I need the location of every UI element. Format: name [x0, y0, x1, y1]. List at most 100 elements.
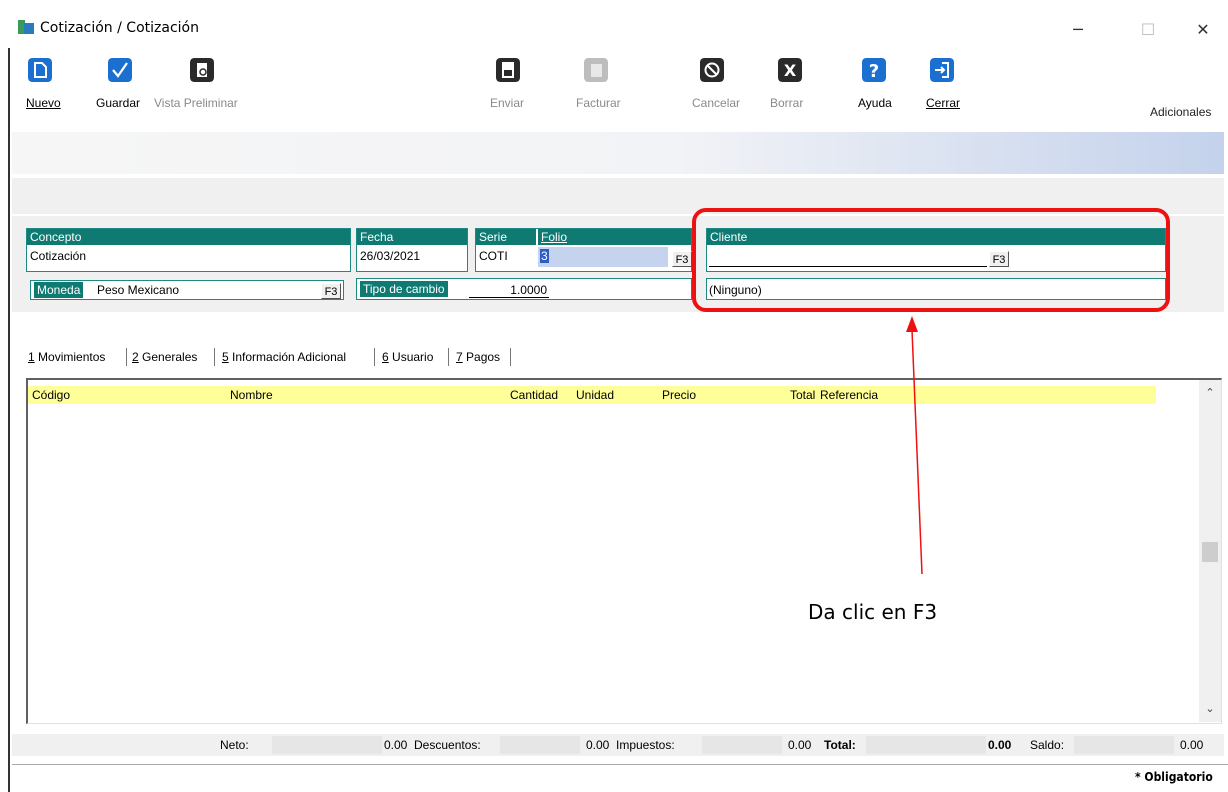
- col-precio[interactable]: Precio: [662, 388, 696, 402]
- cancelar-button[interactable]: Cancelar: [686, 50, 740, 122]
- impuestos-label: Impuestos:: [616, 738, 675, 752]
- col-referencia[interactable]: Referencia: [820, 388, 878, 402]
- help-icon: ?: [862, 58, 886, 82]
- impuestos-field-bg: [702, 736, 782, 754]
- tab-pagos[interactable]: 7 Pagos: [456, 350, 500, 364]
- scroll-thumb[interactable]: [1202, 542, 1218, 562]
- concepto-label: Concepto: [27, 229, 350, 245]
- enviar-button[interactable]: Enviar: [490, 50, 530, 122]
- moneda-value: Peso Mexicano: [97, 283, 180, 297]
- tab-movimientos[interactable]: 1 Movimientos: [28, 350, 105, 364]
- tab-informacion-adicional[interactable]: 5 Información Adicional: [222, 350, 346, 364]
- svg-text:?: ?: [869, 61, 879, 82]
- adicionales-menu[interactable]: Adicionales: [1150, 105, 1211, 119]
- enviar-label: Enviar: [490, 96, 525, 110]
- facturar-button[interactable]: Facturar: [570, 50, 621, 122]
- app-icon: [18, 20, 34, 34]
- vista-preliminar-label: Vista Preliminar: [154, 96, 238, 110]
- tab-key: 2: [132, 350, 139, 364]
- fecha-value: 26/03/2021: [360, 249, 421, 263]
- scroll-up-icon[interactable]: ⌃: [1199, 384, 1221, 402]
- tab-generales[interactable]: 2 Generales: [132, 350, 197, 364]
- concepto-field[interactable]: Concepto Cotización: [26, 228, 351, 272]
- col-nombre[interactable]: Nombre: [230, 388, 273, 402]
- fecha-field[interactable]: Fecha 26/03/2021: [356, 228, 468, 272]
- tab-key: 5: [222, 350, 229, 364]
- nuevo-label: Nuevo: [26, 96, 61, 110]
- print-preview-icon: [190, 58, 214, 82]
- tipo-cambio-label: Tipo de cambio: [360, 281, 448, 297]
- cerrar-label: Cerrar: [926, 96, 961, 110]
- serie-label: Serie: [476, 229, 536, 245]
- borrar-button[interactable]: X Borrar: [756, 50, 803, 122]
- ayuda-label: Ayuda: [858, 96, 892, 110]
- cerrar-button[interactable]: Cerrar: [920, 50, 960, 122]
- concepto-value: Cotización: [30, 249, 87, 263]
- folio-label: Folio: [538, 229, 691, 245]
- facturar-label: Facturar: [576, 96, 621, 110]
- saldo-field-bg: [1074, 736, 1174, 754]
- saldo-value: 0.00: [1180, 738, 1204, 752]
- annotation-highlight-box: [692, 208, 1170, 312]
- grid-scrollbar[interactable]: ⌃ ⌄: [1199, 380, 1221, 722]
- tab-label: Usuario: [392, 350, 434, 364]
- tab-key: 1: [28, 350, 35, 364]
- minimize-button[interactable]: ─: [1063, 18, 1093, 42]
- tab-label: Generales: [142, 350, 198, 364]
- neto-label: Neto:: [220, 738, 249, 752]
- moneda-f3-button[interactable]: F3: [321, 283, 341, 299]
- tab-key: 6: [382, 350, 389, 364]
- total-label: Total:: [824, 738, 856, 752]
- folio-value: 3: [540, 249, 549, 263]
- close-button[interactable]: ✕: [1188, 18, 1218, 42]
- col-total[interactable]: Total: [790, 388, 815, 402]
- guardar-button[interactable]: Guardar: [96, 50, 146, 122]
- tab-divider: [510, 348, 511, 366]
- tab-label: Movimientos: [38, 350, 106, 364]
- tab-divider: [126, 348, 127, 366]
- nuevo-button[interactable]: Nuevo: [20, 50, 61, 122]
- send-document-icon: [496, 58, 520, 82]
- impuestos-value: 0.00: [788, 738, 812, 752]
- toolbar: Nuevo Guardar Vista Preliminar Enviar Fa…: [10, 50, 1228, 122]
- moneda-field[interactable]: Moneda Peso Mexicano F3: [30, 280, 344, 300]
- col-codigo[interactable]: Código: [32, 388, 70, 402]
- cancelar-label: Cancelar: [692, 96, 741, 110]
- tipo-cambio-field[interactable]: Tipo de cambio 1.0000: [356, 278, 692, 300]
- neto-value: 0.00: [384, 738, 408, 752]
- folio-f3-button[interactable]: F3: [672, 251, 692, 267]
- tab-divider: [374, 348, 375, 366]
- descuentos-field-bg: [500, 736, 580, 754]
- guardar-label: Guardar: [96, 96, 141, 110]
- total-value: 0.00: [988, 738, 1012, 752]
- movimientos-grid[interactable]: Código Nombre Cantidad Unidad Precio Tot…: [26, 378, 1222, 724]
- obligatorio-note: * Obligatorio: [1135, 770, 1213, 784]
- col-unidad[interactable]: Unidad: [576, 388, 614, 402]
- tipo-cambio-value: 1.0000: [469, 283, 549, 298]
- svg-text:X: X: [784, 61, 797, 80]
- serie-value[interactable]: COTI: [479, 249, 508, 263]
- total-field-bg: [866, 736, 986, 754]
- tab-label: Pagos: [466, 350, 501, 364]
- invoice-icon: [584, 58, 608, 82]
- tab-usuario[interactable]: 6 Usuario: [382, 350, 433, 364]
- descuentos-value: 0.00: [586, 738, 610, 752]
- moneda-label: Moneda: [34, 282, 84, 298]
- serie-folio-field: Serie Folio COTI 3 F3: [475, 228, 692, 272]
- info-band: [12, 132, 1224, 174]
- maximize-button[interactable]: ☐: [1133, 18, 1163, 42]
- tab-key: 7: [456, 350, 463, 364]
- title-bar: Cotización / Cotización ─ ☐ ✕: [8, 8, 1228, 48]
- folio-input[interactable]: 3: [538, 247, 668, 267]
- tab-label: Información Adicional: [232, 350, 347, 364]
- new-document-icon: [28, 58, 52, 82]
- vista-preliminar-button[interactable]: Vista Preliminar: [152, 50, 252, 122]
- checkmark-save-icon: [108, 58, 132, 82]
- borrar-label: Borrar: [770, 96, 804, 110]
- col-cantidad[interactable]: Cantidad: [510, 388, 558, 402]
- ayuda-button[interactable]: ? Ayuda: [844, 50, 892, 122]
- scroll-down-icon[interactable]: ⌄: [1199, 700, 1221, 718]
- tab-divider: [214, 348, 215, 366]
- neto-field-bg: [272, 736, 382, 754]
- saldo-label: Saldo:: [1030, 738, 1065, 752]
